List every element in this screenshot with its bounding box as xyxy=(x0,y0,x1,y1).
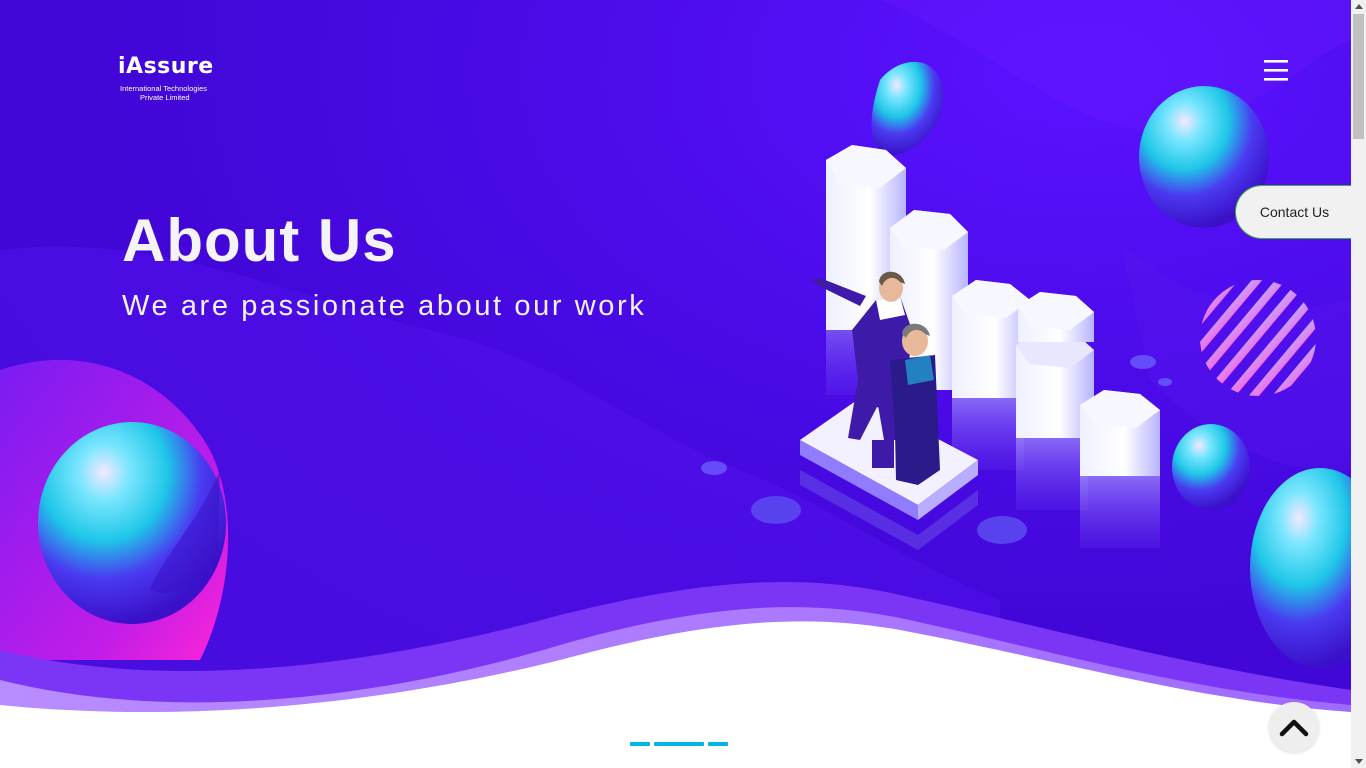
carousel-indicator[interactable] xyxy=(654,742,704,746)
carousel-indicator[interactable] xyxy=(630,742,650,746)
page-title: About Us xyxy=(122,207,397,274)
logo-subtitle-line2: Private Limited xyxy=(140,93,190,102)
page: iAssure International Technologies Priva… xyxy=(0,0,1351,768)
page-subtitle: We are passionate about our work xyxy=(122,290,647,322)
scroll-down-arrow-icon[interactable] xyxy=(1355,759,1363,764)
scroll-to-top-button[interactable] xyxy=(1269,702,1319,752)
scroll-up-arrow-icon[interactable] xyxy=(1355,4,1363,9)
hero-background-art xyxy=(0,0,1351,720)
company-logo[interactable]: iAssure International Technologies Priva… xyxy=(118,48,218,104)
carousel-indicators xyxy=(630,742,728,746)
scrollbar-thumb[interactable] xyxy=(1353,14,1364,139)
contact-us-button[interactable]: Contact Us xyxy=(1235,185,1351,239)
hero-banner: iAssure International Technologies Priva… xyxy=(0,0,1351,720)
hamburger-menu-button[interactable] xyxy=(1258,52,1294,88)
hamburger-icon xyxy=(1264,60,1288,81)
logo-wordmark: iAssure xyxy=(118,54,214,79)
carousel-indicator[interactable] xyxy=(708,742,728,746)
vertical-scrollbar[interactable] xyxy=(1351,0,1366,768)
pillars-illustration xyxy=(800,145,1160,550)
chevron-up-icon xyxy=(1279,719,1309,737)
logo-subtitle-line1: International Technologies xyxy=(120,84,208,93)
